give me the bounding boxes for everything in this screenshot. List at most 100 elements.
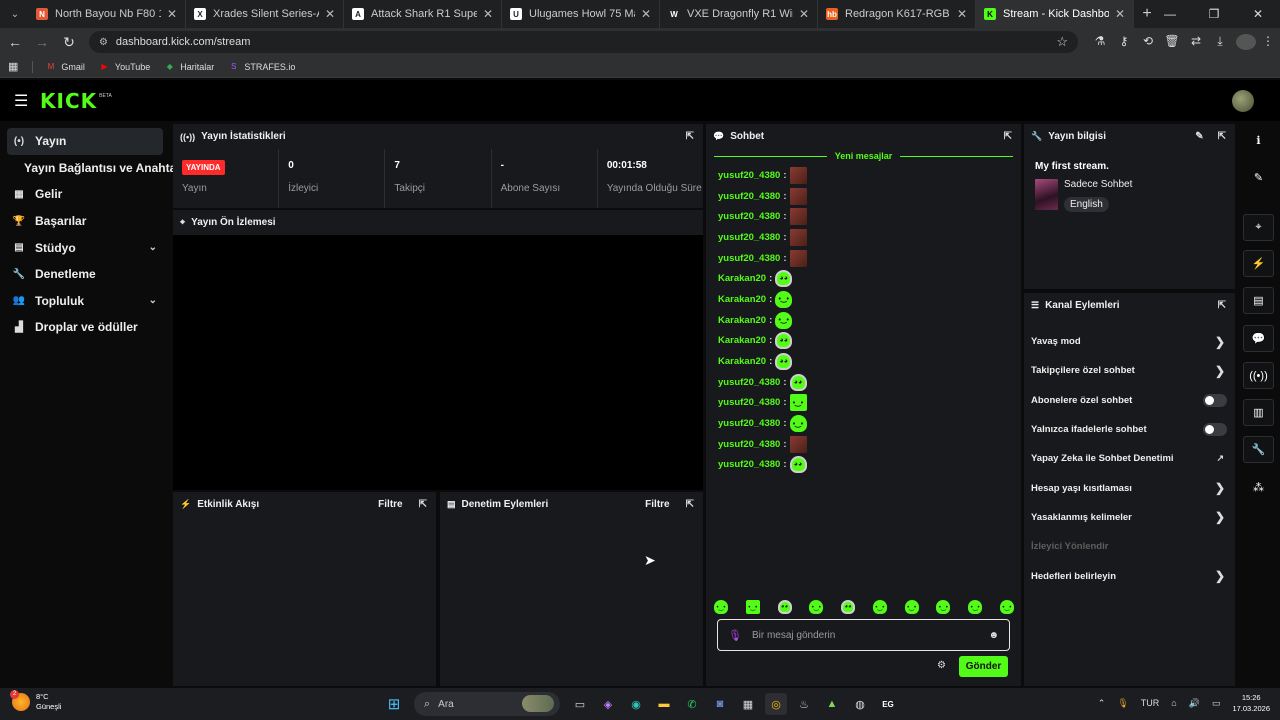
preview-toggle-icon[interactable]: ⌖ bbox=[1243, 214, 1274, 241]
reload-button[interactable]: ↻ bbox=[57, 30, 81, 54]
taskbar-clock[interactable]: 15:26 17.03.2026 bbox=[1232, 692, 1270, 714]
channel-action-item[interactable]: Yapay Zeka ile Sohbet Denetimi ↗ bbox=[1024, 444, 1235, 473]
chat-message[interactable]: yusuf20_4380: bbox=[706, 206, 1021, 227]
chat-username[interactable]: yusuf20_4380 bbox=[718, 439, 780, 450]
chat-username[interactable]: Karakan20 bbox=[718, 315, 766, 326]
popout-icon[interactable]: ⇱ bbox=[1218, 300, 1226, 311]
tab-close-icon[interactable]: ✕ bbox=[325, 7, 335, 21]
browser-tab[interactable]: W VXE Dragonfly R1 Wireless Mou ✕ bbox=[660, 0, 818, 28]
toggle-switch[interactable] bbox=[1203, 393, 1227, 407]
chevron-right-icon[interactable]: ❯ bbox=[1215, 510, 1225, 524]
chat-username[interactable]: yusuf20_4380 bbox=[718, 191, 780, 202]
popout-icon[interactable]: ⇱ bbox=[686, 131, 694, 142]
chat-username[interactable]: yusuf20_4380 bbox=[718, 459, 780, 470]
tab-close-icon[interactable]: ✕ bbox=[641, 7, 651, 21]
quick-emote-icon[interactable]: •‿• bbox=[872, 600, 887, 614]
broadcast-toggle-icon[interactable]: ((•)) bbox=[1243, 362, 1274, 389]
chat-message[interactable]: Karakan20: ◕◕ bbox=[706, 331, 1021, 352]
chevron-right-icon[interactable]: ❯ bbox=[1215, 335, 1225, 349]
chat-settings-gear-icon[interactable]: ⚙ bbox=[937, 660, 946, 671]
browser-tab[interactable]: A Attack Shark R1 Superlight ✕ bbox=[344, 0, 502, 28]
quick-emote-icon[interactable]: •‿• bbox=[809, 600, 824, 614]
forward-button[interactable]: → bbox=[30, 30, 54, 54]
sidebar-item-gelir[interactable]: ▦ Gelir bbox=[0, 181, 170, 208]
lightning-toggle-icon[interactable]: ⚡ bbox=[1243, 250, 1274, 277]
extension-icon[interactable]: ⚗ bbox=[1088, 34, 1112, 50]
chat-username[interactable]: yusuf20_4380 bbox=[718, 377, 780, 388]
edge-browser-icon[interactable]: ◉ bbox=[625, 693, 647, 715]
sidebar-item-droplar[interactable]: ▟ Droplar ve ödüller bbox=[0, 314, 170, 341]
popout-icon[interactable]: ⇱ bbox=[1218, 131, 1226, 142]
sidebar-item-topluluk[interactable]: 👥 Topluluk ⌄ bbox=[0, 288, 170, 315]
sidebar-item-basarilar[interactable]: 🏆 Başarılar bbox=[0, 208, 170, 235]
toggle-switch[interactable] bbox=[1203, 423, 1227, 437]
quick-emote-icon[interactable]: •‿• bbox=[745, 600, 760, 614]
chat-message[interactable]: Karakan20: ◕◕ bbox=[706, 268, 1021, 289]
tab-close-icon[interactable]: ✕ bbox=[799, 7, 809, 21]
steam-icon[interactable]: ♨ bbox=[793, 693, 815, 715]
external-link-icon[interactable]: ↗ bbox=[1216, 453, 1224, 464]
address-bar[interactable]: ⚙ dashboard.kick.com/stream ☆ bbox=[88, 31, 1079, 53]
obs-icon[interactable]: ◍ bbox=[849, 693, 871, 715]
chat-message[interactable]: yusuf20_4380: •‿• bbox=[706, 393, 1021, 414]
chat-input-box[interactable]: 🎙 ☻ bbox=[717, 619, 1010, 651]
chat-message[interactable]: yusuf20_4380: ◕◕ bbox=[706, 372, 1021, 393]
chevron-down-icon[interactable]: ⌄ bbox=[149, 242, 157, 253]
bookmark-star-icon[interactable]: ☆ bbox=[1056, 34, 1068, 50]
volume-icon[interactable]: 🔊 bbox=[1189, 698, 1200, 709]
copilot-icon[interactable]: ◈ bbox=[597, 693, 619, 715]
chat-toggle-icon[interactable]: 💬 bbox=[1243, 325, 1274, 352]
chat-message-input[interactable] bbox=[751, 629, 989, 641]
file-explorer-icon[interactable]: ▬ bbox=[653, 693, 675, 715]
channel-action-item[interactable]: Abonelere özel sohbet bbox=[1024, 386, 1235, 415]
chat-username[interactable]: yusuf20_4380 bbox=[718, 170, 780, 181]
profile-button[interactable] bbox=[1232, 34, 1257, 50]
sidebar-item-yayin-baglantisi[interactable]: Yayın Bağlantısı ve Anahtarı bbox=[0, 155, 184, 182]
widgets-icon[interactable]: ⁂ bbox=[1243, 474, 1274, 501]
bookmark-haritalar[interactable]: ◆ Haritalar bbox=[164, 61, 215, 72]
chat-username[interactable]: Karakan20 bbox=[718, 273, 766, 284]
info-icon[interactable]: ℹ bbox=[1243, 127, 1274, 154]
chat-username[interactable]: yusuf20_4380 bbox=[718, 232, 780, 243]
channel-action-item[interactable]: Yavaş mod ❯ bbox=[1024, 327, 1235, 356]
chat-message[interactable]: yusuf20_4380: bbox=[706, 227, 1021, 248]
browser-tab[interactable]: X Xrades Silent Series-Ashen Eye ✕ bbox=[186, 0, 344, 28]
delete-icon[interactable]: 🗑 bbox=[1160, 34, 1184, 50]
chat-message[interactable]: yusuf20_4380: •‿• bbox=[706, 413, 1021, 434]
windows-start-icon[interactable]: ⊞ bbox=[383, 693, 405, 715]
user-avatar[interactable] bbox=[1232, 90, 1254, 112]
chat-message[interactable]: yusuf20_4380: ◕◕ bbox=[706, 455, 1021, 476]
hamburger-menu-icon[interactable]: ☰ bbox=[14, 91, 28, 111]
quick-emote-icon[interactable]: •‿• bbox=[936, 600, 951, 614]
browser-tab[interactable]: K Stream - Kick Dashboard ✕ bbox=[976, 0, 1134, 28]
browser-tab[interactable]: N North Bayou Nb F80 17-30 Lcd ✕ bbox=[28, 0, 186, 28]
quick-emote-icon[interactable]: •‿• bbox=[968, 600, 983, 614]
chat-message[interactable]: Karakan20: •‿• bbox=[706, 289, 1021, 310]
chat-message[interactable]: yusuf20_4380: bbox=[706, 165, 1021, 186]
filter-button[interactable]: Filtre bbox=[378, 499, 402, 510]
bookmark-strafes-io[interactable]: S STRAFES.io bbox=[228, 61, 295, 72]
channel-action-item[interactable]: Yalnızca ifadelerle sohbet bbox=[1024, 415, 1235, 444]
back-button[interactable]: ← bbox=[3, 30, 27, 54]
browser-tab[interactable]: U Ulugames Howl 75 Manyetik Sw ✕ bbox=[502, 0, 660, 28]
sidebar-item-studyo[interactable]: ▤ Stüdyo ⌄ bbox=[0, 234, 170, 261]
nvidia-icon[interactable]: ▲ bbox=[821, 693, 843, 715]
kick-logo[interactable]: KICK bbox=[40, 89, 97, 113]
wrench-toggle-icon[interactable]: 🔧 bbox=[1243, 436, 1274, 463]
chrome-icon[interactable]: ◎ bbox=[765, 693, 787, 715]
url-text[interactable]: dashboard.kick.com/stream bbox=[116, 36, 1056, 48]
clipboard-toggle-icon[interactable]: ▤ bbox=[1243, 287, 1274, 314]
chat-username[interactable]: Karakan20 bbox=[718, 335, 766, 346]
history-icon[interactable]: ⟲ bbox=[1136, 34, 1160, 50]
edit-pencil-icon[interactable]: ✎ bbox=[1195, 131, 1203, 142]
popout-icon[interactable]: ⇱ bbox=[1004, 131, 1012, 142]
task-view-icon[interactable]: ▭ bbox=[569, 693, 591, 715]
channel-action-item[interactable]: Hedefleri belirleyin ❯ bbox=[1024, 561, 1235, 590]
tab-close-icon[interactable]: ✕ bbox=[957, 7, 967, 21]
send-button[interactable]: Gönder bbox=[959, 656, 1008, 677]
quick-emote-icon[interactable]: ◕◕ bbox=[777, 600, 792, 614]
weather-widget[interactable]: 2 8°C Güneşli bbox=[10, 690, 61, 712]
tray-expand-icon[interactable]: ⌃ bbox=[1098, 698, 1106, 709]
microphone-icon[interactable]: 🎙 bbox=[728, 629, 742, 642]
quick-emote-icon[interactable]: •‿• bbox=[904, 600, 919, 614]
